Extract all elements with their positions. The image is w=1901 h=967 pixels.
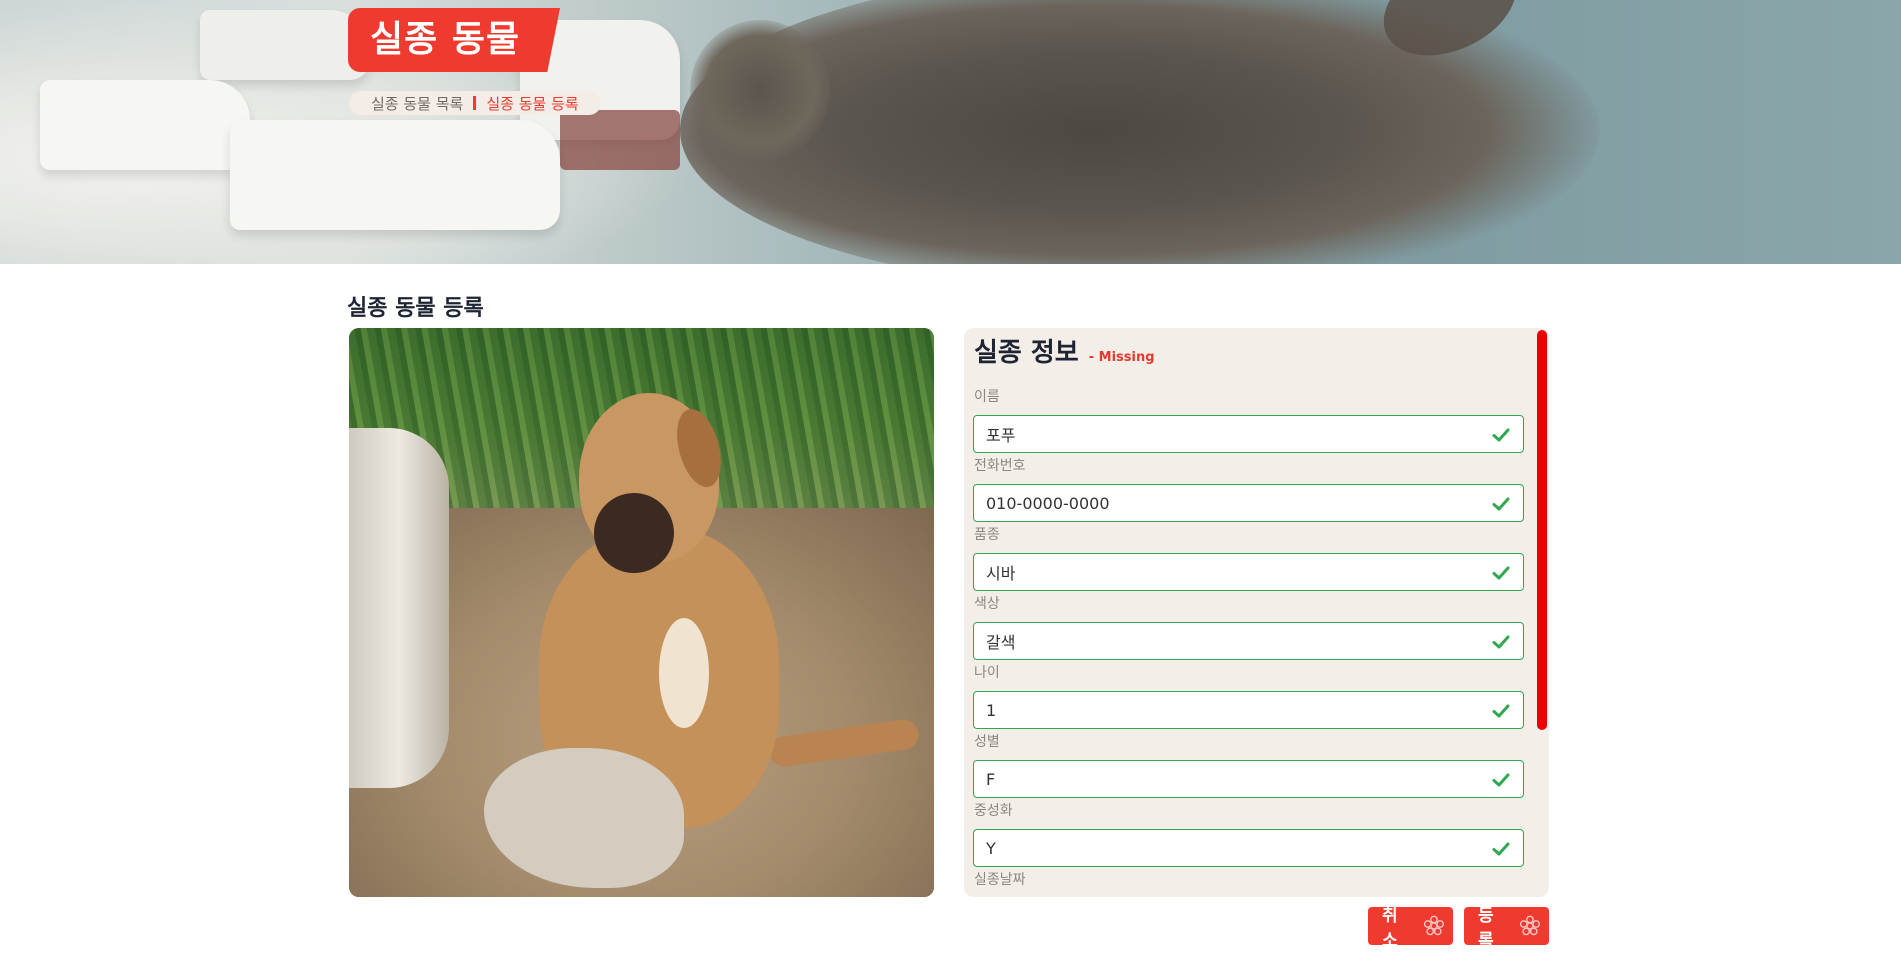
submit-button[interactable]: 등록 bbox=[1464, 906, 1549, 951]
photo-pot bbox=[349, 428, 449, 788]
field-label-sex: 성별 bbox=[974, 734, 1000, 750]
field-label-neutered: 중성화 bbox=[974, 803, 1013, 819]
field-label-missing-date: 실종날짜 bbox=[974, 872, 1026, 888]
hero-cat-head bbox=[690, 20, 830, 160]
cancel-button-label: 취소 bbox=[1382, 906, 1398, 951]
hero-banner: 실종 동물 실종 동물 목록 실종 동물 등록 bbox=[0, 0, 1901, 264]
neutered-input[interactable] bbox=[973, 829, 1524, 867]
breadcrumb-current[interactable]: 실종 동물 등록 bbox=[486, 93, 578, 114]
breadcrumb-separator bbox=[473, 96, 477, 110]
submit-button-label: 등록 bbox=[1478, 906, 1494, 951]
page-title: 실종 동물 등록 bbox=[347, 296, 484, 321]
check-icon bbox=[1491, 425, 1511, 445]
panel-header: 실종 정보 - Missing bbox=[974, 332, 1155, 369]
check-icon bbox=[1491, 770, 1511, 790]
age-input[interactable] bbox=[973, 691, 1524, 729]
photo-puppy-muzzle bbox=[594, 493, 674, 573]
hero-boat bbox=[230, 120, 560, 230]
cancel-button[interactable]: 취소 bbox=[1368, 906, 1453, 951]
breadcrumb: 실종 동물 목록 실종 동물 등록 bbox=[349, 91, 601, 115]
panel-title: 실종 정보 bbox=[974, 338, 1079, 368]
field-label-age: 나이 bbox=[974, 665, 1000, 681]
check-icon bbox=[1491, 632, 1511, 652]
check-icon bbox=[1491, 494, 1511, 514]
field-label-name: 이름 bbox=[974, 389, 1000, 405]
field-label-phone: 전화번호 bbox=[974, 458, 1026, 474]
field-label-color: 색상 bbox=[974, 596, 1000, 612]
paw-flower-icon bbox=[1519, 915, 1541, 937]
paw-flower-icon bbox=[1423, 915, 1445, 937]
sex-input[interactable] bbox=[973, 760, 1524, 798]
phone-input[interactable] bbox=[973, 484, 1524, 522]
missing-info-panel: 실종 정보 - Missing 이름 전화번호 품종 색상 나이 성별 중성화 … bbox=[964, 328, 1549, 897]
color-input[interactable] bbox=[973, 622, 1524, 660]
check-icon bbox=[1491, 839, 1511, 859]
breadcrumb-link-missing-list[interactable]: 실종 동물 목록 bbox=[371, 93, 463, 114]
check-icon bbox=[1491, 563, 1511, 583]
pet-photo[interactable] bbox=[349, 328, 934, 897]
panel-subtitle: - Missing bbox=[1088, 350, 1155, 365]
hero-boat-hull bbox=[560, 110, 680, 170]
hero-boat bbox=[40, 80, 250, 170]
check-icon bbox=[1491, 701, 1511, 721]
breed-input[interactable] bbox=[973, 553, 1524, 591]
panel-scrollbar[interactable] bbox=[1537, 330, 1547, 730]
photo-puppy-chest bbox=[659, 618, 709, 728]
name-input[interactable] bbox=[973, 415, 1524, 453]
hero-title: 실종 동물 bbox=[348, 8, 561, 72]
field-label-breed: 품종 bbox=[974, 527, 1000, 543]
hero-boat bbox=[200, 10, 370, 80]
